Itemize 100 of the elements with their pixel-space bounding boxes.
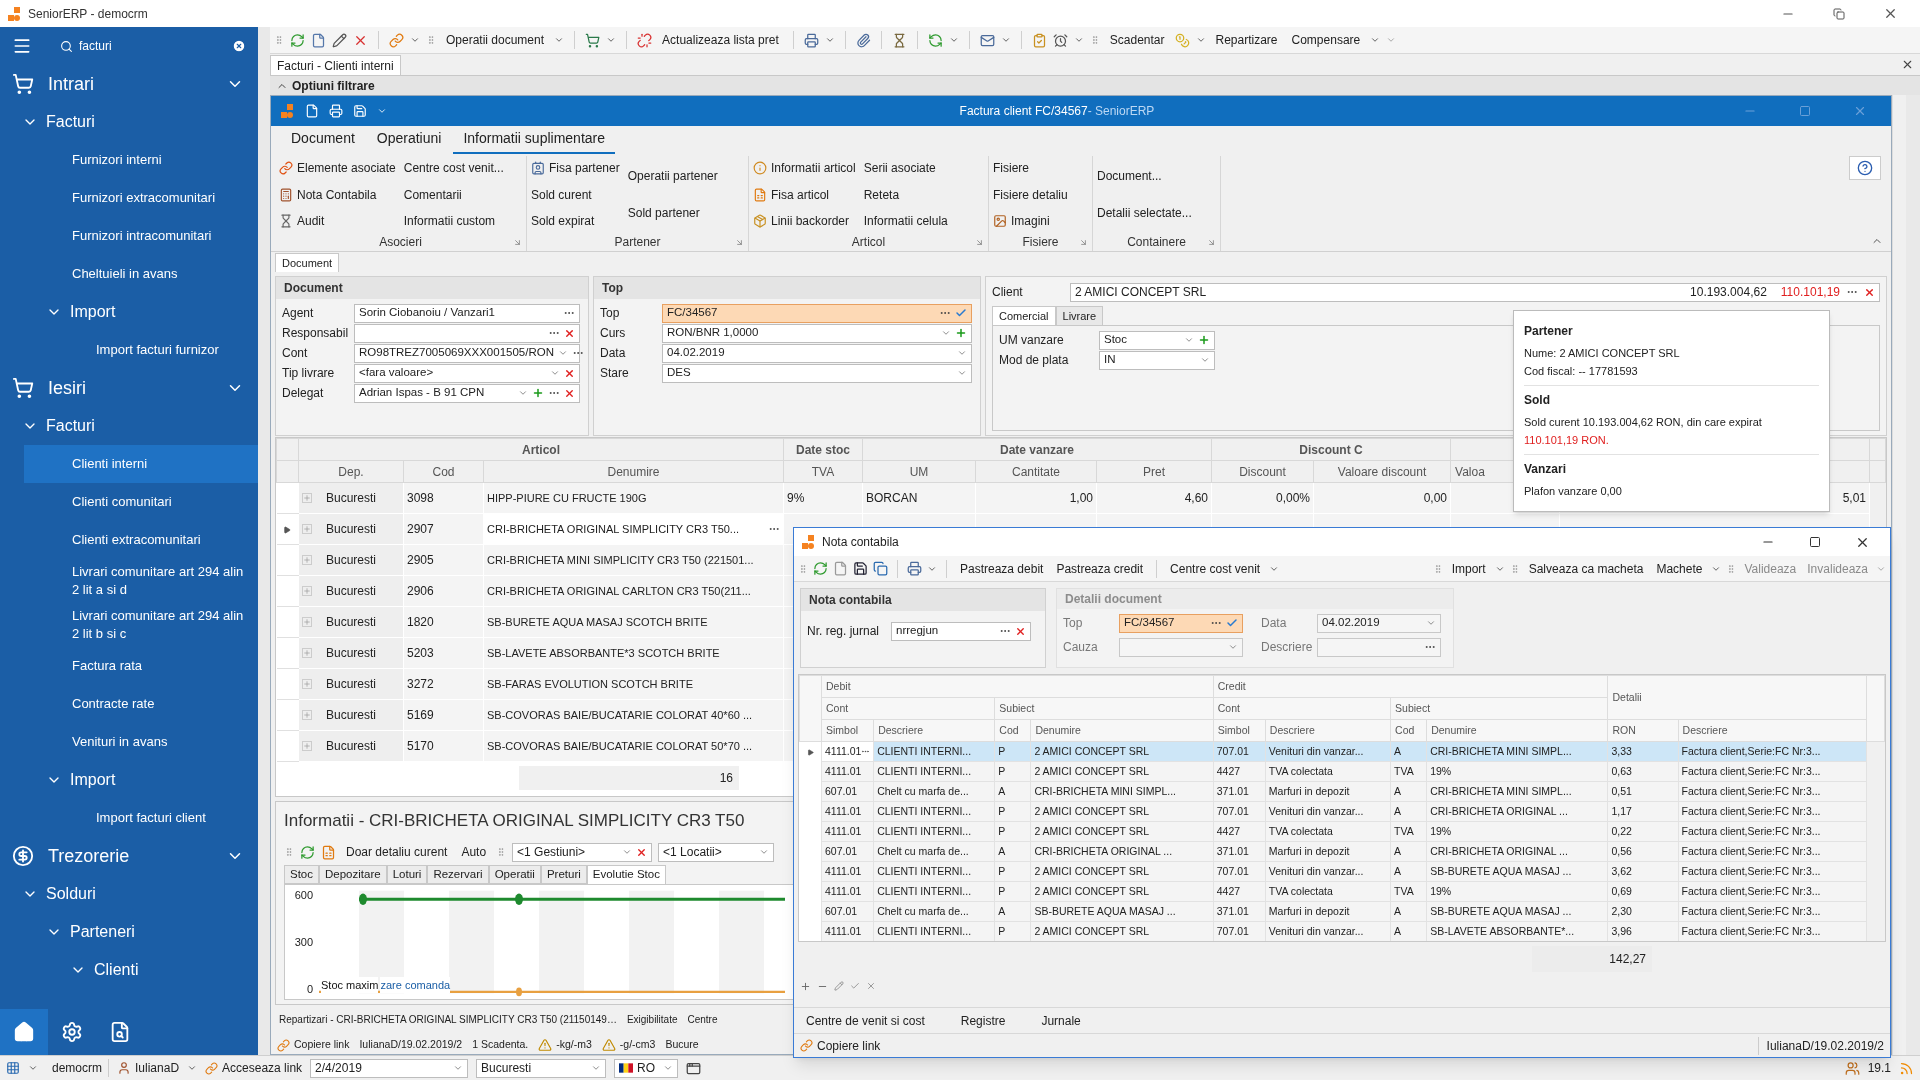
caret-icon[interactable] <box>1370 35 1381 45</box>
nav-item[interactable]: Clienti interni <box>24 445 258 483</box>
caret-icon[interactable] <box>948 35 959 45</box>
caret-icon[interactable] <box>187 1063 198 1073</box>
tab[interactable]: Depozitare <box>319 865 387 884</box>
grid-row[interactable]: 607.01 Chelt cu marfa de... A CRI-BRICHETA ORIGINAL ... 371.01 Marfuri in depozit A CRI-BRICHETA ORIGINAL ... 0,56 Factura client,Serie:FC Nr:3... <box>799 841 1885 862</box>
input-field[interactable]: RON/BNR 1,0000 <box>662 323 972 343</box>
sync-icon[interactable] <box>927 32 943 48</box>
cart-icon[interactable] <box>585 32 601 48</box>
nav-item[interactable]: Furnizori extracomunitari <box>24 179 258 217</box>
menu-icon[interactable] <box>12 36 32 56</box>
scrollbar[interactable] <box>1892 95 1906 1055</box>
ribbon-tab[interactable]: Document <box>281 128 365 154</box>
column-header[interactable]: Descriere <box>1682 723 1728 736</box>
column-header[interactable]: Valoa <box>1455 464 1485 479</box>
nav-section[interactable]: Intrari <box>0 65 258 103</box>
tab[interactable]: Rezervari <box>427 865 489 884</box>
caret-icon[interactable] <box>1000 35 1011 45</box>
column-header[interactable]: TVA <box>811 464 835 479</box>
window-icon[interactable] <box>686 1060 702 1076</box>
ribbon-button[interactable]: Comentarii <box>403 184 504 205</box>
toolbar-button[interactable]: Scadentar <box>1105 29 1169 51</box>
toolbar-button[interactable]: Pastreaza debit <box>956 557 1048 580</box>
nav-group[interactable]: Facturi <box>0 103 258 141</box>
access-link[interactable]: Acceseaza link <box>205 1059 303 1077</box>
refresh-icon[interactable] <box>813 561 828 576</box>
tab[interactable]: Livrare <box>1055 306 1104 325</box>
tab[interactable]: Centre <box>687 1011 718 1027</box>
copy-link-button[interactable]: Copiere link <box>277 1037 350 1053</box>
tab[interactable]: Loturi <box>386 865 428 884</box>
check-icon[interactable] <box>850 981 860 991</box>
ribbon-tab[interactable]: Informatii suplimentare <box>453 128 616 154</box>
coins-icon[interactable] <box>1174 32 1190 48</box>
ribbon-button[interactable]: Nota Contabila <box>279 184 396 205</box>
column-header[interactable]: Dep. <box>338 464 364 479</box>
save-icon[interactable] <box>853 561 868 576</box>
ribbon-button[interactable]: Sold partener <box>627 202 718 223</box>
input-field[interactable]: RO98TREZ7005069XXX001505/RON <box>354 343 580 363</box>
clear-icon[interactable] <box>564 327 575 339</box>
nav-group[interactable]: Import <box>0 293 258 331</box>
link-icon[interactable] <box>389 32 404 48</box>
group-launcher-icon[interactable] <box>513 237 522 247</box>
tab[interactable]: Evolutie Stoc <box>586 865 666 884</box>
date-field[interactable]: 2/4/2019 <box>310 1058 469 1078</box>
tab[interactable]: Repartizari - CRI-BRICHETA ORIGINAL SIMPLICITY CR3 T50 (21150149… <box>279 1011 617 1027</box>
window-tab[interactable]: Facturi - Clienti interni <box>270 55 401 75</box>
ribbon-button[interactable]: Imagini <box>993 211 1068 231</box>
ribbon-button[interactable]: Sold expirat <box>531 211 620 231</box>
toolbar-button[interactable]: Doar detaliu curent <box>342 841 452 863</box>
nav-section[interactable]: Trezorerie <box>0 837 258 875</box>
grid-icon[interactable] <box>6 1061 20 1075</box>
ribbon-button[interactable]: Serii asociate <box>863 158 948 178</box>
toolbar-button[interactable]: Repartizare <box>1211 29 1282 51</box>
restore-icon[interactable] <box>1833 7 1845 20</box>
grid-row[interactable]: 4111.01 CLIENTI INTERNI... P 2 AMICI CONCEPT SRL 707.01 Venituri din vanzar... A SB-LAVETE ABSORBANTE*... 3,96 Factura client,Serie:FC Nr:3... <box>799 921 1885 941</box>
copy-icon[interactable] <box>873 561 888 576</box>
ribbon-button[interactable]: Sold curent <box>531 184 620 205</box>
nav-item[interactable]: Factura rata <box>24 647 258 685</box>
input-field[interactable]: <fara valoare> <box>354 363 580 383</box>
caret-icon[interactable] <box>554 35 565 45</box>
ribbon-button[interactable]: Operatii partener <box>627 166 718 187</box>
column-header[interactable]: Denumire <box>1035 723 1081 736</box>
toolbar-button[interactable]: Centre cost venit <box>1166 557 1265 580</box>
alarm-clock-icon[interactable] <box>1052 32 1068 48</box>
close-tab-icon[interactable] <box>1901 58 1914 71</box>
input-field[interactable]: FC/34567 <box>662 303 972 323</box>
input-field[interactable]: Sorin Ciobanoiu / Vanzari1 <box>354 303 580 323</box>
maximize-icon[interactable] <box>1809 536 1821 548</box>
ribbon-button[interactable]: Document... <box>1097 166 1192 187</box>
nav-item[interactable]: Cheltuieli in avans <box>24 255 258 293</box>
refresh-icon[interactable] <box>290 32 305 48</box>
nav-item[interactable]: Import facturi client <box>24 799 258 837</box>
ribbon-button[interactable]: Linii backorder <box>753 211 856 231</box>
plus-icon[interactable] <box>532 387 544 399</box>
caret-icon[interactable] <box>606 35 617 45</box>
copy-link-button[interactable]: Copiere link <box>800 1036 1758 1055</box>
search-field[interactable]: facturi <box>42 33 246 59</box>
new-document-icon[interactable] <box>311 32 326 48</box>
toolbar-button[interactable]: Pastreaza credit <box>1052 557 1148 580</box>
nav-item[interactable]: Clienti comunitari <box>24 483 258 521</box>
nav-item[interactable]: Contracte rate <box>24 685 258 723</box>
print-icon[interactable] <box>907 561 922 576</box>
nav-group[interactable]: Parteneri <box>0 913 258 951</box>
refresh-icon[interactable] <box>300 844 315 860</box>
column-header[interactable]: RON <box>1612 723 1636 736</box>
ribbon-button[interactable]: Fisiere detaliu <box>993 184 1068 205</box>
input-field[interactable] <box>354 323 580 343</box>
clipboard-check-icon[interactable] <box>1031 32 1047 48</box>
input-field[interactable]: Stoc <box>1099 330 1215 350</box>
nav-group[interactable]: Solduri <box>0 875 258 913</box>
plus-icon[interactable] <box>955 327 967 339</box>
input-field[interactable]: 2 AMICI CONCEPT SRL 10.193.004,62 110.101,19 <box>1070 282 1880 302</box>
column-header[interactable]: Cod <box>432 464 455 479</box>
nav-item[interactable]: Furnizori interni <box>24 141 258 179</box>
nav-group[interactable]: Import <box>0 761 258 799</box>
nav-item[interactable]: Venituri in avans <box>24 723 258 761</box>
tab[interactable]: Centre de venit si cost <box>806 1011 925 1030</box>
group-launcher-icon[interactable] <box>1207 237 1216 247</box>
user-menu[interactable]: IulianaD <box>117 1059 180 1077</box>
mail-icon[interactable] <box>979 32 995 48</box>
